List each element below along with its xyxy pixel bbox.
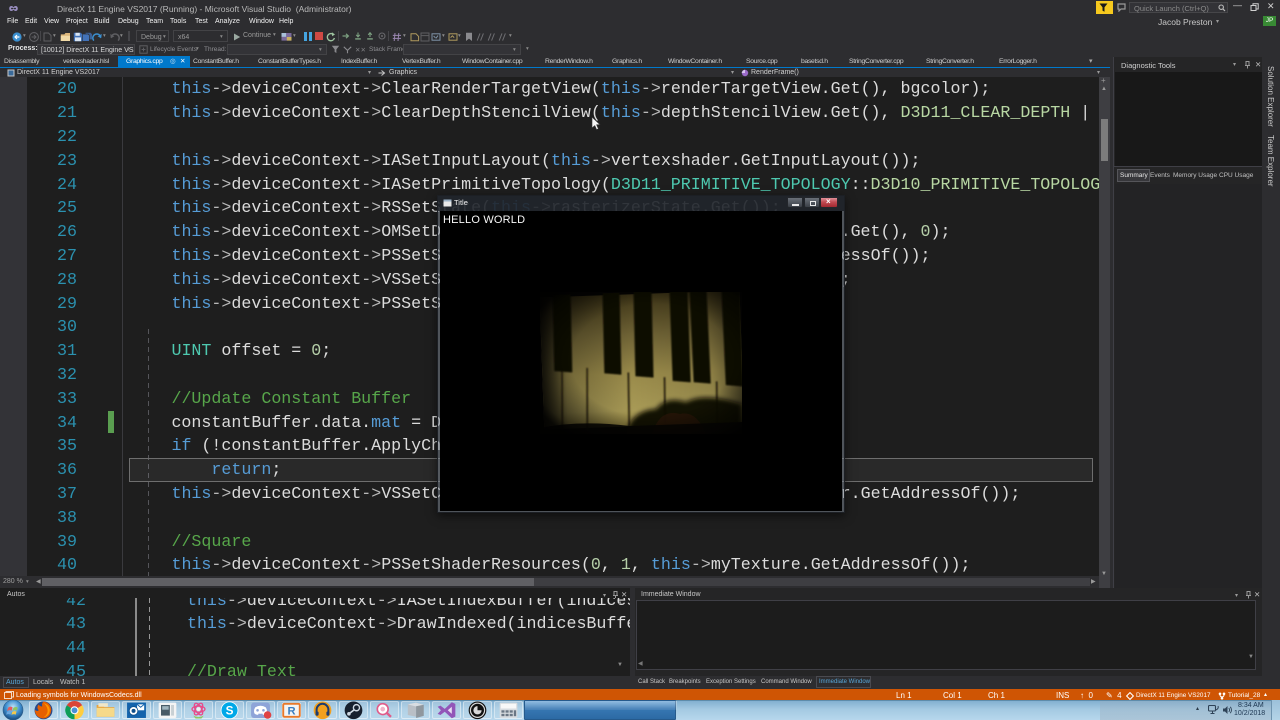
svg-text:S: S bbox=[226, 704, 234, 717]
svg-text:R: R bbox=[287, 705, 295, 717]
